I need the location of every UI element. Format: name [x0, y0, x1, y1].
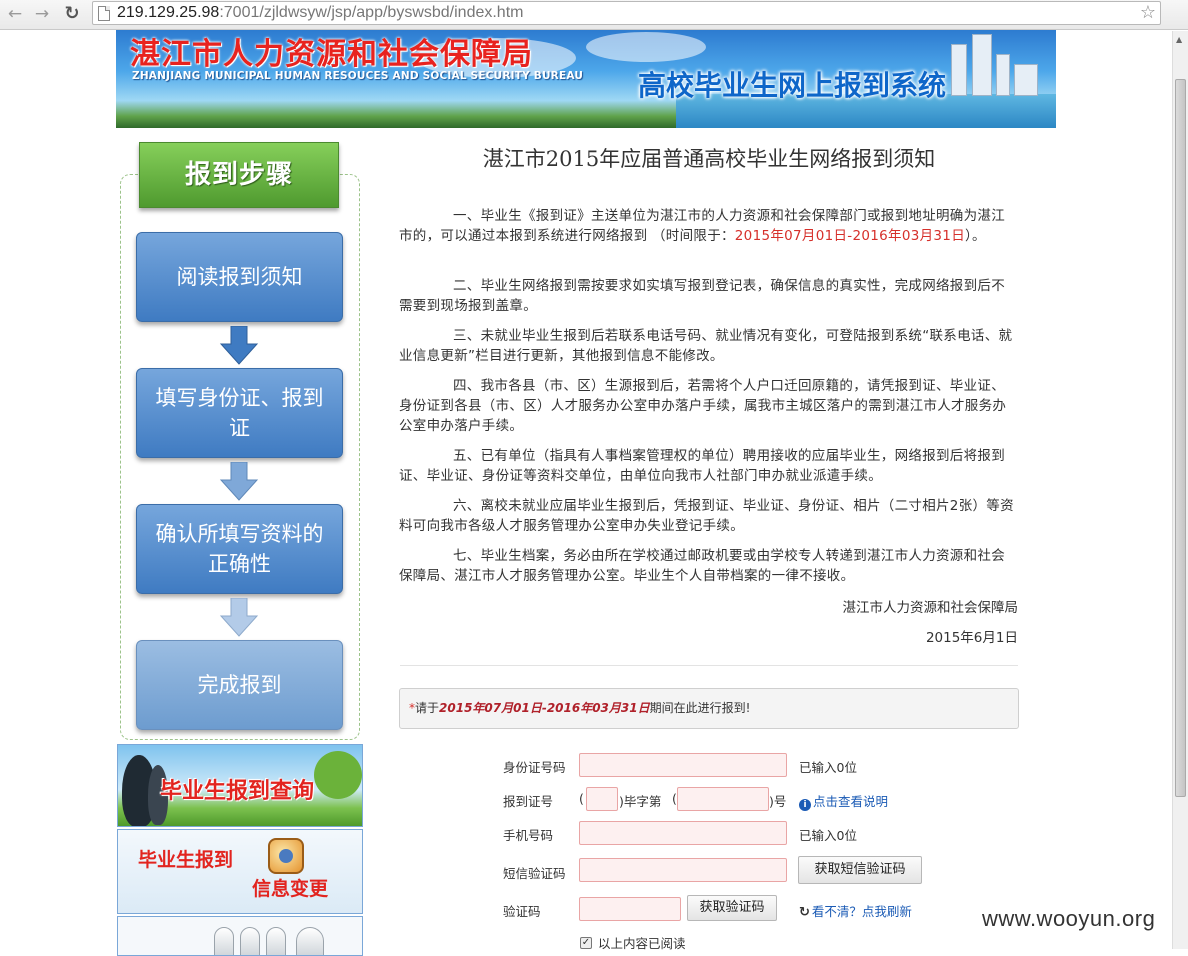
divider [400, 665, 1018, 666]
notice-paragraph-6: 六、离校未就业应届毕业生报到后，凭报到证、毕业证、身份证、相片（二寸相片2张）等… [399, 498, 1014, 534]
p1-period: 2015年07月01日-2016年03月31日 [734, 228, 965, 244]
sms-code-label: 短信验证码 [503, 866, 566, 881]
page-scrollbar[interactable]: ▲ [1172, 31, 1188, 949]
banner-building [972, 34, 992, 96]
promo-change-text-2: 信息变更 [252, 878, 329, 900]
captcha-refresh-link[interactable]: ↻ 看不清？点我刷新 [799, 901, 912, 920]
cert-year-input[interactable] [586, 787, 618, 811]
notice-date: 2015年6月1日 [925, 630, 1018, 646]
step-read-notice[interactable]: 阅读报到须知 [136, 232, 343, 322]
url-text[interactable]: 219.129.25.98:7001/zjldwsyw/jsp/app/bysw… [117, 4, 523, 22]
browser-toolbar: ← → ↻ 219.129.25.98:7001/zjldwsyw/jsp/ap… [0, 0, 1188, 30]
report-period-notice: *请于2015年07月01日-2016年03月31日期间在此进行报到! [399, 688, 1019, 729]
promo-info-change[interactable]: 毕业生报到 信息变更 [117, 829, 363, 914]
notice-paragraph-1: 一、毕业生《报到证》主送单位为湛江市的人力资源和社会保障部门或报到地址明确为湛江… [399, 206, 1017, 246]
url-host: 219.129.25.98 [117, 4, 220, 21]
step-complete[interactable]: 完成报到 [136, 640, 343, 730]
cert-serial-input[interactable] [677, 787, 769, 811]
figure-shape [240, 927, 260, 955]
get-sms-code-button[interactable]: 获取短信验证码 [798, 856, 922, 884]
p1-end: ）。 [965, 228, 986, 244]
captcha-input[interactable] [579, 897, 681, 921]
period-start: 2015年07月01日 [439, 701, 542, 715]
step-arrow-icon [219, 326, 259, 365]
sms-code-input[interactable] [579, 858, 787, 882]
cert-help-link[interactable]: i 点击查看说明 [799, 791, 888, 811]
captcha-refresh-text: 看不清？点我刷新 [811, 904, 912, 919]
step-confirm[interactable]: 确认所填写资料的正确性 [136, 504, 343, 594]
notice-title: 湛江市2015年应届普通高校毕业生网络报到须知 [482, 147, 936, 171]
banner-building [951, 44, 967, 96]
steps-header: 报到步骤 [139, 142, 339, 208]
cert-mid-text: )毕字第 [619, 794, 662, 809]
reload-icon[interactable]: ↻ [60, 2, 84, 26]
watermark: www.wooyun.org [982, 906, 1156, 931]
agree-label: 以上内容已阅读 [598, 936, 686, 951]
page-icon [98, 6, 110, 21]
notice-paragraph-7: 七、毕业生档案，务必由所在学校通过邮政机要或由学校专人转递到湛江市人力资源和社会… [399, 548, 1005, 584]
notice-paragraph-2: 二、毕业生网络报到需按要求如实填写报到登记表，确保信息的真实性，完成网络报到后不… [399, 278, 1005, 314]
notice-paragraph-5: 五、已有单位（指具有人事档案管理权的单位）聘用接收的应届毕业生，网络报到后将报到… [399, 448, 1005, 484]
cert-paren-open: ( [579, 791, 584, 806]
system-name: 高校毕业生网上报到系统 [638, 69, 947, 102]
promo-banner-3[interactable] [117, 916, 363, 956]
banner-english-title: ZHANJIANG MUNICIPAL HUMAN RESOUCES AND S… [132, 70, 584, 82]
step-fill-id[interactable]: 填写身份证、报到证 [136, 368, 343, 458]
forward-icon[interactable]: → [30, 2, 54, 26]
step-arrow-icon [219, 462, 259, 501]
phone-counter: 已输入0位 [799, 828, 857, 843]
phone-input[interactable] [579, 821, 787, 845]
scroll-thumb[interactable] [1175, 79, 1186, 797]
info-icon: i [799, 799, 811, 811]
address-bar[interactable]: 219.129.25.98:7001/zjldwsyw/jsp/app/bysw… [92, 1, 1161, 25]
banner-building [1014, 64, 1038, 96]
period-prefix: 请于 [415, 701, 440, 715]
get-captcha-button[interactable]: 获取验证码 [687, 895, 777, 921]
bookmark-star-icon[interactable]: ☆ [1140, 2, 1156, 23]
url-path: :7001/zjldwsyw/jsp/app/byswsbd/index.htm [219, 4, 524, 21]
step-arrow-icon [219, 598, 259, 637]
scroll-up-icon[interactable]: ▲ [1176, 35, 1182, 44]
phone-label: 手机号码 [503, 828, 554, 843]
notice-signature: 湛江市人力资源和社会保障局 [842, 600, 1019, 616]
tree-shape [314, 751, 362, 799]
refresh-icon: ↻ [799, 905, 810, 920]
back-icon[interactable]: ← [3, 2, 27, 26]
id-number-counter: 已输入0位 [799, 760, 857, 775]
period-suffix: 期间在此进行报到! [649, 701, 751, 715]
banner-cloud [586, 32, 706, 62]
promo-change-text-1: 毕业生报到 [138, 849, 234, 871]
captcha-label: 验证码 [503, 904, 541, 919]
cert-close-text: )号 [769, 794, 787, 809]
cert-number-label: 报到证号 [503, 794, 554, 809]
cert-help-text: 点击查看说明 [813, 794, 889, 809]
promo-query-text: 毕业生报到查询 [160, 779, 315, 804]
id-number-input[interactable] [579, 753, 787, 777]
site-banner: 湛江市人力资源和社会保障局 ZHANJIANG MUNICIPAL HUMAN … [116, 30, 1056, 128]
banner-title: 湛江市人力资源和社会保障局 [130, 37, 533, 72]
phone-icon [268, 838, 304, 874]
headset-icon [296, 927, 324, 955]
notice-paragraph-3: 三、未就业毕业生报到后若联系电话号码、就业情况有变化，可登陆报到系统“联系电话、… [399, 328, 1013, 364]
period-end: 2016年03月31日 [546, 701, 650, 715]
agree-checkbox[interactable]: ✓ [580, 937, 592, 949]
banner-building [996, 54, 1010, 96]
figure-shape [266, 927, 286, 955]
notice-paragraph-4: 四、我市各县（市、区）生源报到后，若需将个人户口迁回原籍的，请凭报到证、毕业证、… [399, 378, 1007, 434]
id-number-label: 身份证号码 [503, 760, 566, 775]
figure-shape [214, 927, 234, 955]
promo-report-query[interactable]: 毕业生报到查询 [117, 744, 363, 827]
